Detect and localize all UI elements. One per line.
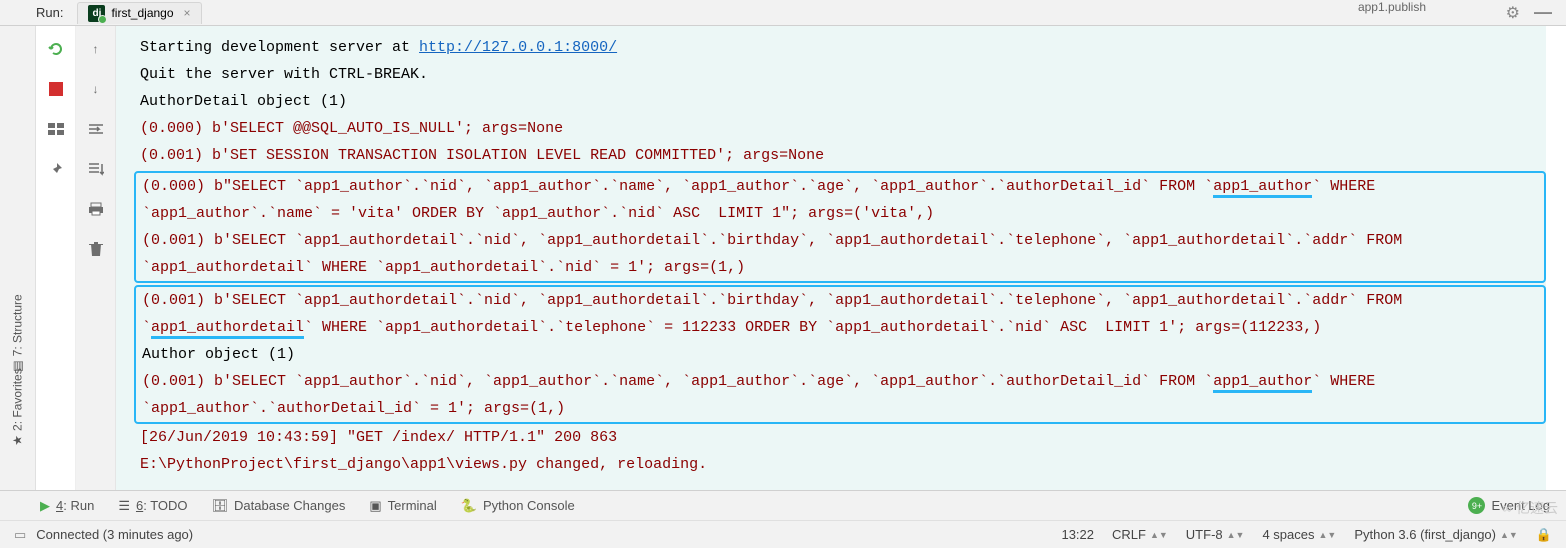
layout-icon[interactable] <box>47 120 65 138</box>
console-output[interactable]: Starting development server at http://12… <box>116 26 1546 490</box>
stop-icon[interactable] <box>47 80 65 98</box>
minimize-icon[interactable]: — <box>1534 2 1552 23</box>
run-toolbar: Run: dj first_django × ⚙ — <box>0 0 1566 26</box>
highlight-box-1: (0.000) b"SELECT `app1_author`.`nid`, `a… <box>134 171 1546 283</box>
run-controls-col2: ↑ ↓ <box>76 26 116 490</box>
gear-icon[interactable]: ⚙ <box>1506 3 1520 23</box>
up-icon[interactable]: ↑ <box>87 40 105 58</box>
run-tool-tab[interactable]: ▶4: Run <box>40 498 94 514</box>
status-time: 13:22 <box>1061 527 1094 542</box>
indent-selector[interactable]: 4 spaces▲▼ <box>1262 527 1336 542</box>
status-connected: Connected (3 minutes ago) <box>36 527 193 542</box>
print-icon[interactable] <box>87 200 105 218</box>
highlight-box-2: (0.001) b'SELECT `app1_authordetail`.`ni… <box>134 285 1546 424</box>
server-url-link[interactable]: http://127.0.0.1:8000/ <box>419 39 617 56</box>
run-tab[interactable]: dj first_django × <box>77 2 201 24</box>
run-label: Run: <box>36 5 63 20</box>
watermark: ∞亿速云 <box>1502 498 1558 518</box>
favorites-tab[interactable]: ★ 2: Favorites <box>11 368 25 445</box>
run-controls-col1 <box>36 26 76 490</box>
structure-tab[interactable]: ▤ 7: Structure <box>11 294 25 371</box>
run-tab-label: first_django <box>111 6 173 20</box>
line-sep-selector[interactable]: CRLF▲▼ <box>1112 527 1168 542</box>
close-icon[interactable]: × <box>184 6 191 20</box>
bottom-toolbar: ▶4: Run ☰6: TODO 🗄Database Changes ▣Term… <box>0 490 1566 520</box>
db-changes-tab[interactable]: 🗄Database Changes <box>212 498 346 514</box>
python-console-tab[interactable]: 🐍Python Console <box>461 498 575 514</box>
rect-icon[interactable]: ▭ <box>14 527 26 543</box>
status-bar: ▭ Connected (3 minutes ago) 13:22 CRLF▲▼… <box>0 520 1566 548</box>
down-icon[interactable]: ↓ <box>87 80 105 98</box>
wrap-icon[interactable] <box>87 120 105 138</box>
rerun-icon[interactable] <box>47 40 65 58</box>
notification-badge: 9+ <box>1468 497 1485 514</box>
left-sidebar: ▤ 7: Structure ★ 2: Favorites <box>0 26 36 490</box>
pin-icon[interactable] <box>47 160 65 178</box>
terminal-tab[interactable]: ▣Terminal <box>369 498 436 514</box>
django-icon: dj <box>88 5 105 22</box>
encoding-selector[interactable]: UTF-8▲▼ <box>1186 527 1245 542</box>
lock-icon[interactable]: 🔒 <box>1536 527 1552 543</box>
interpreter-selector[interactable]: Python 3.6 (first_django)▲▼ <box>1354 527 1517 542</box>
scroll-icon[interactable] <box>87 160 105 178</box>
trash-icon[interactable] <box>87 240 105 258</box>
todo-tool-tab[interactable]: ☰6: TODO <box>118 498 187 514</box>
top-stub: app1.publish <box>1358 0 1426 14</box>
